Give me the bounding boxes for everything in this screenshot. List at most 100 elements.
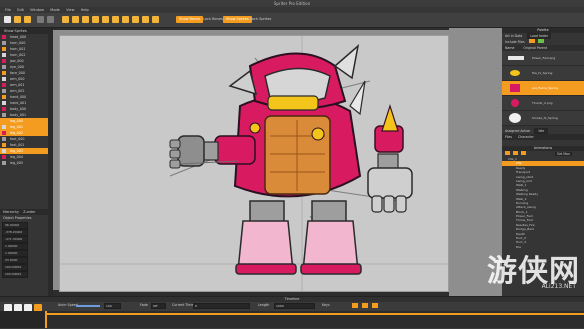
- scale-tool-icon[interactable]: [92, 16, 99, 23]
- palette-col-name[interactable]: Name: [505, 46, 514, 50]
- tab-character[interactable]: Character: [518, 135, 534, 139]
- tree-row-label: leg_000: [10, 119, 23, 123]
- list-item[interactable]: Smoke_fx_Spring: [502, 111, 584, 126]
- palette-search-label: Include Files: [505, 40, 525, 44]
- prop-alpha-field[interactable]: 100.00000: [2, 264, 28, 271]
- hierarchy-tree: head_000 horn_000 horn_001 horn_002 jaw_000 e…: [0, 34, 48, 166]
- hierarchy-tabs: Hierarchy Z-order: [0, 209, 48, 215]
- list-item[interactable]: Power_Fwd.png: [502, 51, 584, 66]
- tree-row-label: horn_002: [10, 53, 26, 57]
- palette-col-parent[interactable]: Original Parent: [523, 46, 547, 50]
- prop-scale-x-field[interactable]: 1.00000: [2, 243, 28, 250]
- delete-animation-icon[interactable]: [521, 151, 527, 155]
- prop-scale-y-field[interactable]: 1.00000: [2, 250, 28, 257]
- new-animation-icon[interactable]: [505, 151, 510, 155]
- sprite-icon: [2, 149, 6, 153]
- bone-tool-icon[interactable]: [102, 16, 109, 23]
- tab-files[interactable]: Files: [505, 135, 512, 139]
- open-folder-icon[interactable]: [14, 16, 21, 23]
- length-input[interactable]: 1000: [274, 303, 315, 309]
- tree-row-label: body_001: [10, 113, 27, 117]
- speed-slider[interactable]: [76, 305, 100, 307]
- onion-skin-icon[interactable]: [132, 16, 139, 23]
- tree-row-label: eye_000: [10, 65, 24, 69]
- prop-angle-field[interactable]: -271.30000: [2, 236, 28, 243]
- robot-character[interactable]: [60, 36, 448, 291]
- current-time-label: Current Time: [172, 303, 194, 307]
- tree-row-label: horn_000: [10, 41, 26, 45]
- ik-tool-icon[interactable]: [152, 16, 159, 23]
- rotate-tool-icon[interactable]: [82, 16, 89, 23]
- sprite-icon: [2, 101, 6, 105]
- watermark-url: ALi213.NET: [541, 283, 576, 290]
- keys-label: Keys: [322, 303, 330, 307]
- sprite-icon: [2, 89, 6, 93]
- tree-row-label: hand_000: [10, 95, 27, 99]
- list-item-selected[interactable]: pre_flame_Spring: [502, 81, 584, 96]
- fade-input[interactable]: Off: [151, 303, 166, 309]
- speed-input[interactable]: 100: [104, 303, 121, 309]
- tree-row-label: foot_001: [10, 143, 25, 147]
- thumbnail-icon: [508, 56, 524, 60]
- length-label: Length: [258, 303, 270, 307]
- prop-y-field[interactable]: -378.20000: [2, 229, 28, 236]
- filter-icon[interactable]: [528, 39, 535, 43]
- tab-hierarchy[interactable]: Hierarchy: [3, 210, 19, 214]
- tree-row-label: arm_001: [10, 83, 25, 87]
- new-file-icon[interactable]: [4, 16, 11, 23]
- key-tool-icon[interactable]: [122, 16, 129, 23]
- pivot-tool-icon[interactable]: [112, 16, 119, 23]
- lock-sprites-button[interactable]: Lock Sprites: [247, 16, 274, 23]
- key-add-icon[interactable]: [362, 303, 368, 308]
- stage[interactable]: [59, 35, 449, 292]
- tab-z-order[interactable]: Z-order: [23, 210, 35, 214]
- thumbnail-icon: [511, 99, 519, 107]
- sprite-icon: [2, 119, 6, 123]
- timeline-track[interactable]: [45, 311, 584, 328]
- sprite-icon: [2, 71, 6, 75]
- current-time-input[interactable]: 0: [193, 303, 250, 309]
- timeline-scroll[interactable]: [0, 311, 45, 328]
- timeline-range-bar[interactable]: [45, 313, 584, 315]
- timeline-panel: Timeline Anim Speed 100 Fade Off Current…: [0, 296, 584, 329]
- canvas-area[interactable]: [53, 30, 449, 292]
- sprite-icon: [2, 107, 6, 111]
- list-item[interactable]: Thumb_2.png: [502, 96, 584, 111]
- key-next-icon[interactable]: [372, 303, 378, 308]
- duplicate-animation-icon[interactable]: [513, 151, 519, 155]
- zoom-tool-icon[interactable]: [72, 16, 79, 23]
- key-prev-icon[interactable]: [352, 303, 358, 308]
- sprite-icon: [2, 41, 6, 45]
- palette-list: Power_Fwd.png fire_fx_Spring pre_flame_S…: [502, 51, 584, 126]
- prop-angle-value[interactable]: 23.0000: [2, 257, 28, 264]
- redo-icon[interactable]: [47, 16, 54, 23]
- assigned-label: Assigned Action: [505, 129, 531, 133]
- object-properties: Object Properties 96.00000 -378.20000 -2…: [0, 216, 48, 278]
- assigned-dropdown[interactable]: Idle: [534, 128, 549, 134]
- object-properties-title: Object Properties: [3, 216, 32, 220]
- set-max-button[interactable]: Set Max: [555, 152, 572, 156]
- playhead[interactable]: [45, 311, 47, 328]
- prop-x-field[interactable]: 96.00000: [2, 222, 28, 229]
- pan-tool-icon[interactable]: [62, 16, 69, 23]
- tree-row-label: leg_001: [10, 125, 23, 129]
- tree-row-label: foot_000: [10, 137, 25, 141]
- refresh-icon[interactable]: [537, 39, 544, 43]
- palette-tabs: Files Character: [502, 134, 584, 140]
- sprite-icon: [2, 95, 6, 99]
- tree-row-label: leg_002: [10, 131, 23, 135]
- tree-row-label: body_000: [10, 107, 27, 111]
- save-icon[interactable]: [24, 16, 31, 23]
- window-title: Spriter Pro Edition: [273, 1, 311, 6]
- list-item[interactable]: fire_fx_Spring: [502, 66, 584, 81]
- sprite-icon: [2, 143, 6, 147]
- grid-icon[interactable]: [142, 16, 149, 23]
- sprite-icon: [2, 113, 6, 117]
- palette-file-label: Art in Data: [505, 34, 523, 38]
- toolbar: Show Bones Lock Bones Show Sprites Lock …: [0, 13, 584, 28]
- sprite-icon: [2, 155, 6, 159]
- prop-alpha-2-field[interactable]: 100.00000: [2, 271, 28, 278]
- tree-row[interactable]: leg_005: [0, 160, 48, 166]
- lock-bones-button[interactable]: Lock Bones: [200, 16, 226, 23]
- undo-icon[interactable]: [37, 16, 44, 23]
